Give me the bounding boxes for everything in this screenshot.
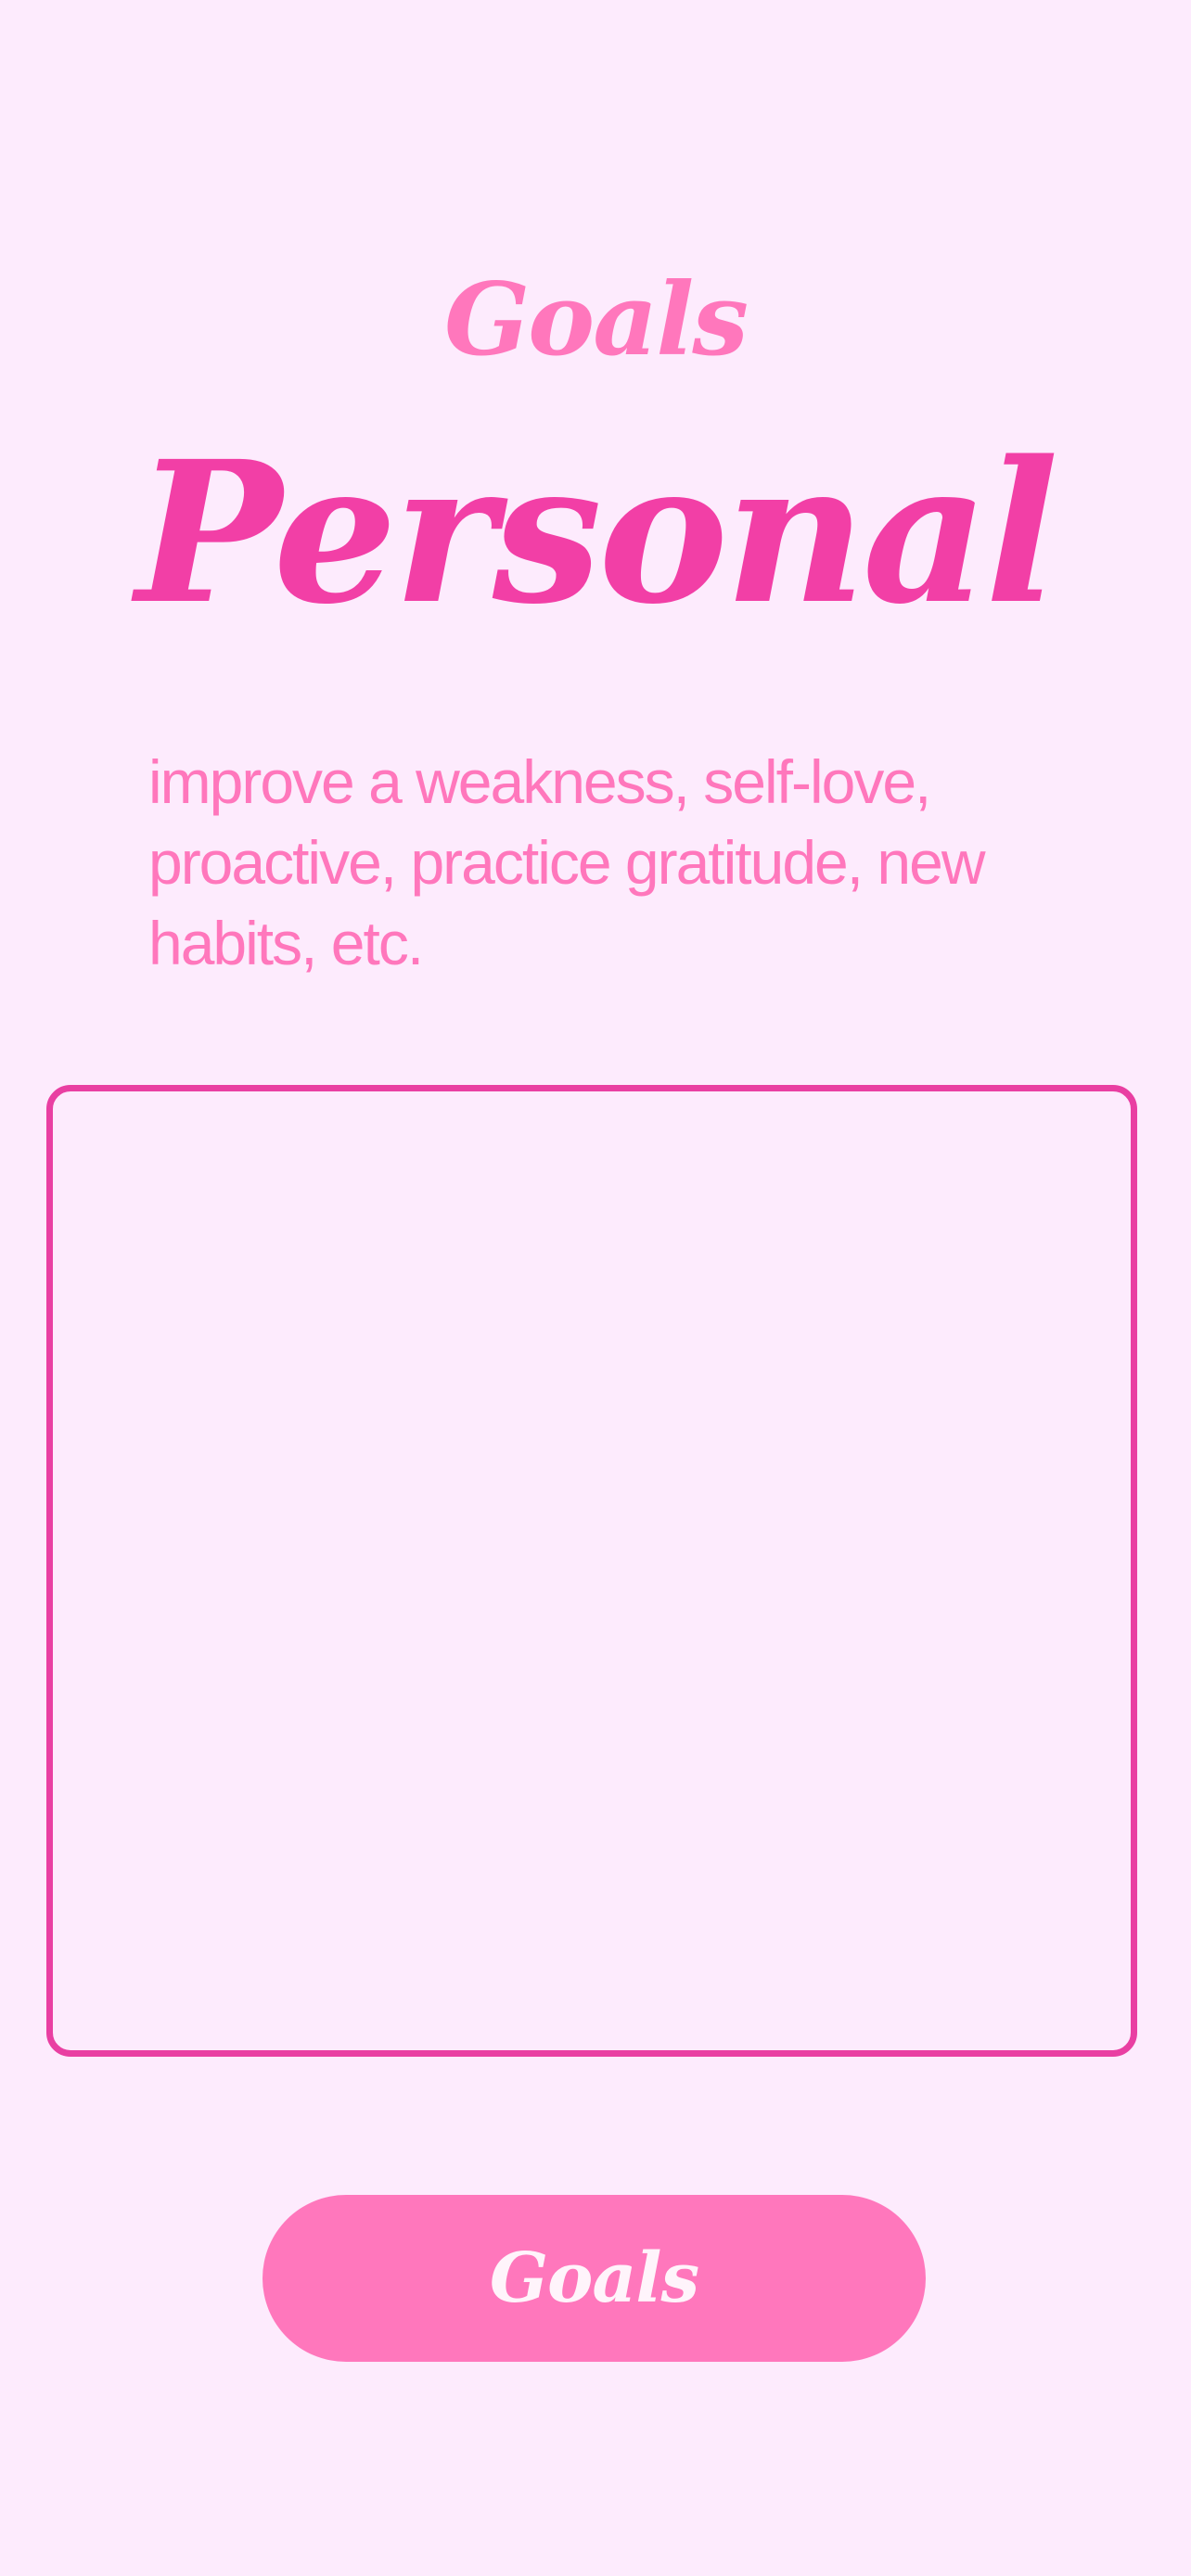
goals-button[interactable]: Goals bbox=[263, 2195, 926, 2362]
page-title: Personal bbox=[135, 418, 1058, 647]
goals-button-label: Goals bbox=[489, 2238, 699, 2318]
goal-description: improve a weakness, self-love, proactive… bbox=[148, 747, 986, 977]
goal-notes-input[interactable] bbox=[46, 1085, 1137, 2057]
section-kicker: Goals bbox=[443, 261, 749, 378]
